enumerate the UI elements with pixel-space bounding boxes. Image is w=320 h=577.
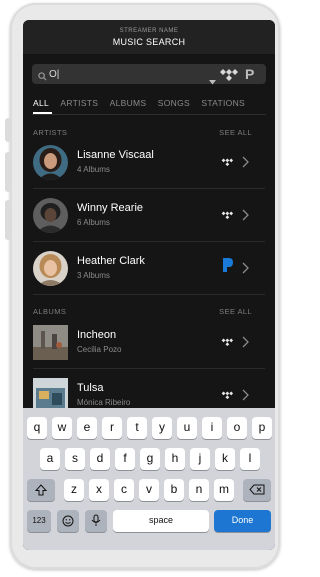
album-title: Incheon <box>77 329 117 341</box>
key-z[interactable]: z <box>64 479 84 501</box>
emoji-icon <box>62 515 74 527</box>
chevron-right-icon <box>242 388 249 406</box>
header-subtitle: STREAMER NAME <box>119 28 179 34</box>
tab-artists[interactable]: ARTISTS <box>60 98 98 108</box>
artist-album-count: 6 Albums <box>77 218 110 227</box>
shift-icon <box>34 484 48 496</box>
key-x[interactable]: x <box>89 479 109 501</box>
done-key[interactable]: Done <box>214 510 271 532</box>
artist-avatar <box>33 198 68 233</box>
artists-see-all-link[interactable]: SEE ALL <box>219 128 252 137</box>
tab-songs[interactable]: SONGS <box>158 98 190 108</box>
album-artist: Mónica Ribeiro <box>77 398 131 407</box>
dictation-key[interactable] <box>85 510 107 532</box>
tab-albums[interactable]: ALBUMS <box>110 98 147 108</box>
shift-key[interactable] <box>27 479 55 501</box>
pandora-icon[interactable]: P <box>245 66 254 82</box>
artist-album-count: 3 Albums <box>77 271 110 280</box>
key-w[interactable]: w <box>52 417 72 439</box>
album-title: Tulsa <box>77 382 104 394</box>
album-cover <box>33 325 68 360</box>
albums-see-all-link[interactable]: SEE ALL <box>219 307 252 316</box>
key-y[interactable]: y <box>152 417 172 439</box>
key-o[interactable]: o <box>227 417 247 439</box>
search-icon <box>38 68 47 86</box>
tidal-icon <box>221 154 235 172</box>
albums-section-label: ALBUMS <box>33 307 67 316</box>
key-i[interactable]: i <box>202 417 222 439</box>
artist-avatar <box>33 251 68 286</box>
key-s[interactable]: s <box>65 448 85 470</box>
artist-name: Lisanne Viscaal <box>77 149 154 161</box>
volume-down-button <box>5 200 11 240</box>
mute-switch <box>5 118 11 142</box>
backspace-icon <box>249 484 265 495</box>
space-key[interactable]: space <box>113 510 209 532</box>
key-d[interactable]: d <box>90 448 110 470</box>
tabs-divider <box>32 114 266 115</box>
key-g[interactable]: g <box>140 448 160 470</box>
row-divider <box>33 368 265 369</box>
key-j[interactable]: j <box>190 448 210 470</box>
key-f[interactable]: f <box>115 448 135 470</box>
search-input[interactable] <box>49 66 209 82</box>
key-l[interactable]: l <box>240 448 260 470</box>
volume-up-button <box>5 152 11 192</box>
artist-avatar <box>33 145 68 180</box>
pandora-icon <box>222 257 234 278</box>
key-r[interactable]: r <box>102 417 122 439</box>
artist-name: Heather Clark <box>77 255 145 267</box>
tidal-icon <box>221 207 235 225</box>
row-divider <box>33 294 265 295</box>
key-e[interactable]: e <box>77 417 97 439</box>
tidal-icon <box>221 334 235 352</box>
numbers-key[interactable]: 123 <box>27 510 51 532</box>
search-bar[interactable]: P <box>32 64 266 86</box>
app-header: STREAMER NAME MUSIC SEARCH <box>23 20 275 54</box>
key-p[interactable]: p <box>252 417 272 439</box>
page-title: MUSIC SEARCH <box>112 37 186 47</box>
on-screen-keyboard: q w e r t y u i o p a s d f g h j k l z … <box>23 408 275 550</box>
key-b[interactable]: b <box>164 479 184 501</box>
filter-tabs: ALL ARTISTS ALBUMS SONGS STATIONS <box>33 98 254 112</box>
key-m[interactable]: m <box>214 479 234 501</box>
artist-name: Winny Rearie <box>77 202 144 214</box>
artist-row[interactable]: Lisanne Viscaal 4 Albums <box>23 137 275 187</box>
key-c[interactable]: c <box>114 479 134 501</box>
chevron-right-icon <box>242 261 249 279</box>
key-v[interactable]: v <box>139 479 159 501</box>
key-k[interactable]: k <box>215 448 235 470</box>
chevron-right-icon <box>242 335 249 353</box>
album-artist: Cecilia Pozo <box>77 345 122 354</box>
artist-row[interactable]: Heather Clark 3 Albums <box>23 243 275 293</box>
service-dropdown-caret-icon[interactable] <box>209 72 216 90</box>
key-t[interactable]: t <box>127 417 147 439</box>
backspace-key[interactable] <box>243 479 271 501</box>
key-h[interactable]: h <box>165 448 185 470</box>
key-q[interactable]: q <box>27 417 47 439</box>
row-divider <box>33 188 265 189</box>
tab-all[interactable]: ALL <box>33 98 49 108</box>
artists-section-label: ARTISTS <box>33 128 68 137</box>
tidal-icon <box>221 387 235 405</box>
chevron-right-icon <box>242 155 249 173</box>
key-a[interactable]: a <box>40 448 60 470</box>
artist-album-count: 4 Albums <box>77 165 110 174</box>
microphone-icon <box>91 514 101 526</box>
tab-stations[interactable]: STATIONS <box>201 98 245 108</box>
emoji-key[interactable] <box>57 510 79 532</box>
chevron-right-icon <box>242 208 249 226</box>
app-screen: STREAMER NAME MUSIC SEARCH P ALL ARTISTS… <box>23 20 275 550</box>
album-row[interactable]: Incheon Cecilia Pozo <box>23 317 275 367</box>
key-n[interactable]: n <box>189 479 209 501</box>
artist-row[interactable]: Winny Rearie 6 Albums <box>23 190 275 240</box>
key-u[interactable]: u <box>177 417 197 439</box>
tidal-icon[interactable] <box>219 68 241 86</box>
row-divider <box>33 241 265 242</box>
